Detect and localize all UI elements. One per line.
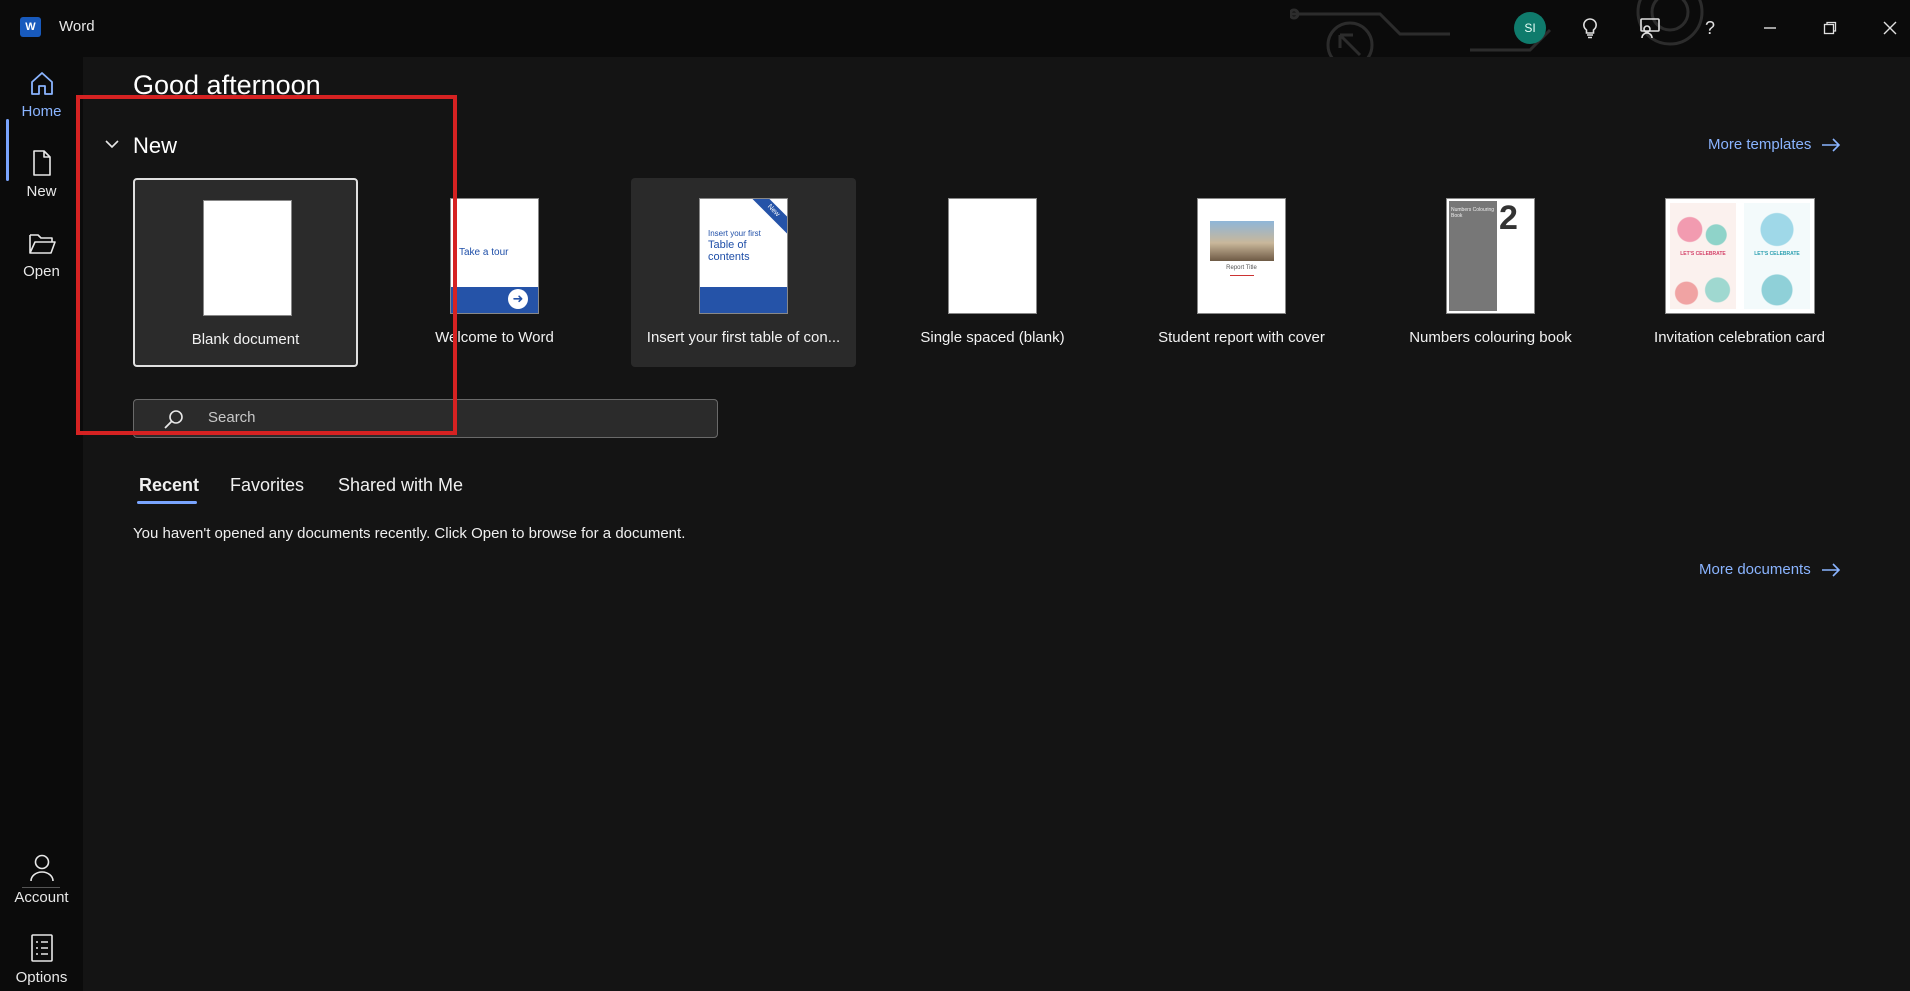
person-icon <box>29 854 54 882</box>
thumb-text: Report Title <box>1226 265 1257 271</box>
rail-item-home[interactable]: Home <box>0 69 83 120</box>
template-thumbnail: LET'S CELEBRATE LET'S CELEBRATE <box>1665 198 1815 314</box>
tab-recent[interactable]: Recent <box>139 475 199 496</box>
title-bar: W Word SI ? <box>0 0 1910 57</box>
template-student-report[interactable]: Report Title Student report with cover <box>1129 178 1354 367</box>
arrow-right-icon <box>1821 562 1840 577</box>
template-thumbnail: Numbers Colouring Book 2 <box>1446 198 1535 314</box>
template-label: Welcome to Word <box>435 329 554 346</box>
lightbulb-icon[interactable] <box>1572 10 1608 46</box>
home-icon <box>30 72 53 95</box>
greeting-heading: Good afternoon <box>133 70 321 100</box>
template-label: Insert your first table of con... <box>646 329 841 346</box>
feedback-icon[interactable] <box>1632 10 1668 46</box>
arrow-right-icon <box>1822 137 1841 152</box>
template-thumbnail <box>948 198 1037 314</box>
building-image <box>1210 221 1274 261</box>
template-numbers-colouring-book[interactable]: Numbers Colouring Book 2 Numbers colouri… <box>1378 178 1603 367</box>
thumb-big-text: Table of contents <box>708 239 750 263</box>
new-document-icon <box>32 150 51 176</box>
more-templates-link[interactable]: More templates <box>1708 136 1841 153</box>
rail-item-label: Home <box>21 103 62 120</box>
rail-item-new[interactable]: New <box>0 149 83 200</box>
search-box[interactable] <box>133 399 718 438</box>
rail-item-label: Open <box>23 263 60 280</box>
thumb-text: LET'S CELEBRATE <box>1754 251 1800 257</box>
rail-item-account[interactable]: Account <box>0 853 83 906</box>
search-icon <box>164 410 183 429</box>
template-single-spaced[interactable]: Single spaced (blank) <box>880 178 1105 367</box>
restore-button[interactable] <box>1812 10 1848 46</box>
template-invitation-card[interactable]: LET'S CELEBRATE LET'S CELEBRATE Invitati… <box>1627 178 1852 367</box>
template-blank-document[interactable]: Blank document <box>133 178 358 367</box>
template-thumbnail: Take a tour ➜ <box>450 198 539 314</box>
options-icon <box>30 934 53 962</box>
number-two-graphic: 2 <box>1499 199 1518 237</box>
thumb-text: LET'S CELEBRATE <box>1680 251 1726 257</box>
app-title: Word <box>59 18 95 35</box>
minimize-button[interactable] <box>1752 10 1788 46</box>
rail-item-label: Account <box>14 889 69 906</box>
template-thumbnail: Report Title <box>1197 198 1286 314</box>
tab-active-underline <box>137 501 197 504</box>
help-button[interactable]: ? <box>1692 10 1728 46</box>
thumb-blue-band <box>700 287 787 313</box>
template-table-of-contents[interactable]: Insert your first Table of contents New … <box>631 178 856 367</box>
left-navigation-rail: Home New Open Account Options <box>0 57 83 991</box>
new-section-title[interactable]: New <box>133 133 177 159</box>
template-thumbnail: Insert your first Table of contents New <box>699 198 788 314</box>
tab-shared-with-me[interactable]: Shared with Me <box>338 475 463 496</box>
thumb-text: Take a tour <box>459 247 509 258</box>
tab-favorites[interactable]: Favorites <box>230 475 304 496</box>
arrow-circle-icon: ➜ <box>508 289 528 309</box>
word-logo-icon: W <box>20 17 41 37</box>
rail-item-label: Options <box>15 969 68 986</box>
more-documents-link[interactable]: More documents <box>1699 561 1841 578</box>
search-input[interactable] <box>208 409 698 426</box>
rail-item-options[interactable]: Options <box>0 933 83 986</box>
template-label: Student report with cover <box>1158 329 1325 346</box>
thumb-rule <box>1230 275 1254 276</box>
thumb-small-text: Insert your first <box>708 229 761 238</box>
rail-item-label: New <box>26 183 57 200</box>
template-welcome-to-word[interactable]: Take a tour ➜ Welcome to Word <box>382 178 607 367</box>
template-label: Single spaced (blank) <box>920 329 1065 346</box>
thumb-text: Numbers Colouring Book <box>1451 207 1495 219</box>
chevron-down-icon[interactable] <box>104 138 120 150</box>
template-label: Numbers colouring book <box>1409 329 1572 346</box>
more-documents-label: More documents <box>1699 561 1811 578</box>
rail-item-open[interactable]: Open <box>0 229 83 280</box>
empty-recent-message: You haven't opened any documents recentl… <box>133 525 686 542</box>
template-label: Invitation celebration card <box>1654 329 1825 346</box>
user-avatar[interactable]: SI <box>1514 12 1546 44</box>
folder-open-icon <box>28 234 56 254</box>
template-label: Blank document <box>191 331 300 348</box>
more-templates-label: More templates <box>1708 136 1812 153</box>
template-thumbnail <box>203 200 292 316</box>
close-button[interactable] <box>1872 10 1908 46</box>
